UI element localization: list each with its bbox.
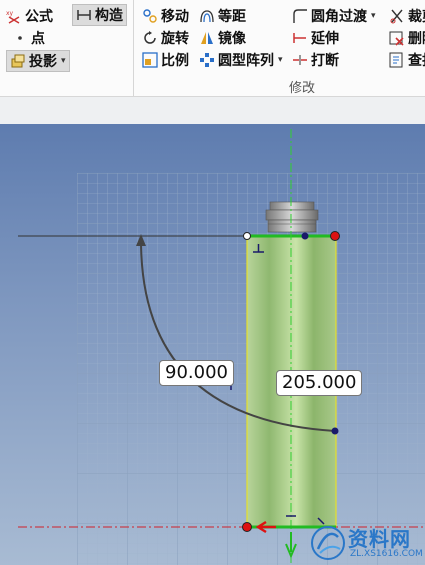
trim-icon: [389, 8, 405, 24]
fillet-label: 圆角过渡: [311, 9, 367, 25]
mirror-icon: [199, 30, 215, 46]
circular-array-dropdown-icon[interactable]: ▾: [278, 55, 283, 65]
trim-tool[interactable]: 裁剪: [389, 6, 425, 26]
delete-label: 删除: [408, 31, 425, 47]
scale-icon: [142, 52, 158, 68]
formula-tool[interactable]: xy 公式: [6, 6, 53, 26]
delete-icon: [389, 30, 405, 46]
construct-tool[interactable]: 构造: [72, 4, 127, 26]
top-right-endpoint[interactable]: [330, 231, 340, 241]
angle-dimension-label[interactable]: 90.000: [159, 360, 234, 386]
origin-point[interactable]: [242, 522, 252, 532]
find-tool[interactable]: 查找: [389, 50, 425, 70]
point-icon: [12, 30, 28, 46]
move-icon: [142, 8, 158, 24]
design-viewport[interactable]: 90.000 205.000: [0, 124, 425, 565]
circular-array-tool[interactable]: 圆型阵列 ▾: [199, 50, 283, 70]
fillet-tool[interactable]: 圆角过渡 ▾: [292, 6, 376, 26]
find-icon: [389, 52, 405, 68]
move-tool[interactable]: 移动: [142, 6, 189, 26]
point-label: 点: [31, 31, 45, 47]
modify-group-label: 修改: [289, 81, 316, 96]
ribbon-toolbar: xy 公式 构造 点 投影 ▾ 移动 等距 旋转 镜像 比例 圆型阵列 ▾ 圆角…: [0, 0, 425, 96]
project-tool[interactable]: 投影 ▾: [6, 50, 70, 72]
rotate-label: 旋转: [161, 31, 189, 47]
construct-icon: [76, 7, 92, 23]
point-tool[interactable]: 点: [12, 28, 45, 48]
formula-icon: xy: [6, 8, 22, 24]
scale-tool[interactable]: 比例: [142, 50, 189, 70]
top-left-point[interactable]: [243, 232, 251, 240]
watermark-url: ZL.XS1616.COM: [350, 549, 423, 559]
construct-label: 构造: [95, 8, 123, 24]
find-label: 查找: [408, 53, 425, 69]
equidistant-label: 等距: [218, 9, 246, 25]
sub-toolbar-strip: [0, 96, 425, 125]
break-icon: [292, 52, 308, 68]
extend-tool[interactable]: 延伸: [292, 28, 339, 48]
break-label: 打断: [311, 53, 339, 69]
project-dropdown-icon[interactable]: ▾: [61, 56, 66, 66]
equidistant-icon: [199, 8, 215, 24]
formula-label: 公式: [25, 9, 53, 25]
fillet-icon: [292, 8, 308, 24]
delete-tool[interactable]: 删除: [389, 28, 425, 48]
rotate-tool[interactable]: 旋转: [142, 28, 189, 48]
rotate-icon: [142, 30, 158, 46]
top-center-point[interactable]: [301, 232, 309, 240]
extend-icon: [292, 30, 308, 46]
circular-array-label: 圆型阵列: [218, 53, 274, 69]
equidistant-tool[interactable]: 等距: [199, 6, 246, 26]
watermark-logo-icon: [311, 526, 345, 560]
circular-array-icon: [199, 52, 215, 68]
arc-endpoint[interactable]: [331, 427, 339, 435]
svg-text:xy: xy: [6, 10, 14, 17]
watermark: 资料网 ZL.XS1616.COM: [306, 522, 425, 565]
length-dimension-label[interactable]: 205.000: [276, 370, 363, 396]
scale-label: 比例: [161, 53, 189, 69]
project-icon: [10, 53, 26, 69]
move-label: 移动: [161, 9, 189, 25]
mirror-label: 镜像: [218, 31, 246, 47]
mirror-tool[interactable]: 镜像: [199, 28, 246, 48]
project-label: 投影: [29, 54, 57, 70]
break-tool[interactable]: 打断: [292, 50, 339, 70]
fillet-dropdown-icon[interactable]: ▾: [371, 11, 376, 21]
trim-label: 裁剪: [408, 9, 425, 25]
watermark-title: 资料网: [348, 527, 411, 551]
bottle-cap: [265, 201, 319, 233]
extend-label: 延伸: [311, 31, 339, 47]
